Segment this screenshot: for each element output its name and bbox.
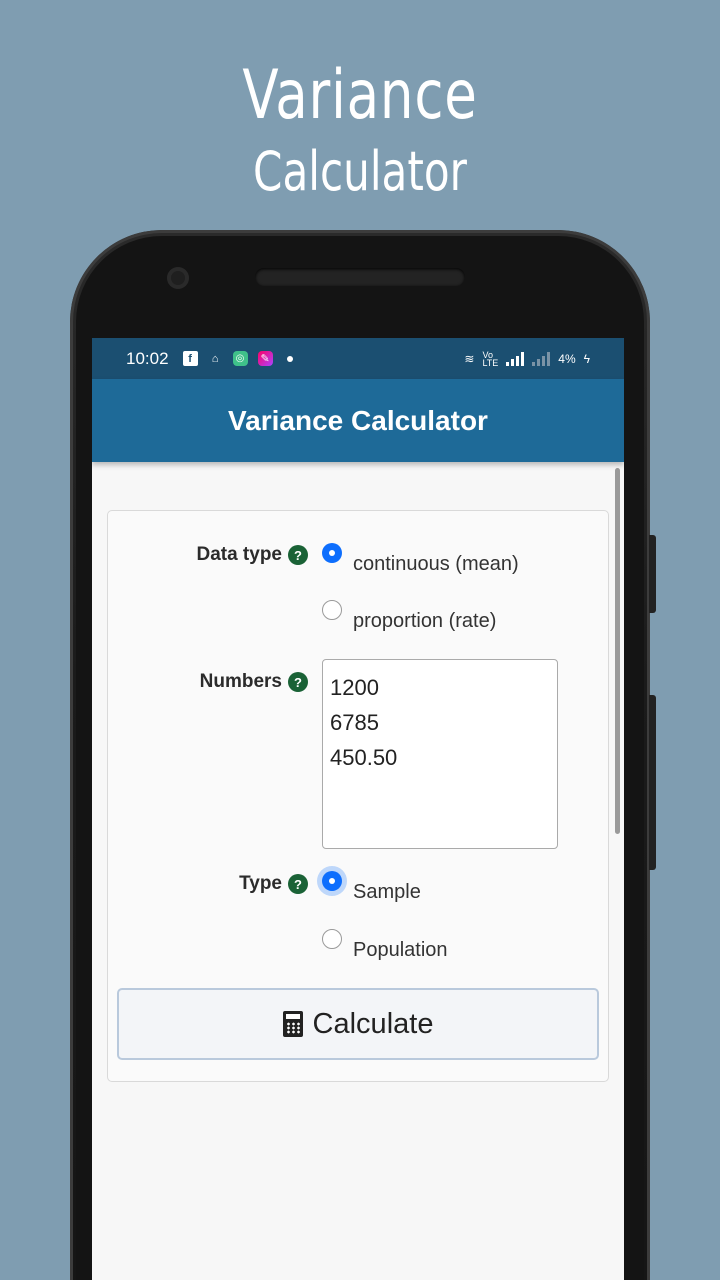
app-notification-icon-2: ✎ <box>257 351 273 366</box>
battery-level: 4% <box>558 351 576 366</box>
scrollbar[interactable] <box>615 468 620 834</box>
help-icon[interactable]: ? <box>288 672 308 692</box>
speaker-grille <box>255 268 465 286</box>
calculator-form: Data type ? continuous (mean) proportion… <box>107 510 609 1082</box>
radio-label: Sample <box>353 881 421 903</box>
status-bar: 10:02 f ⌂ ◎ ✎ ≋ Vo LTE 4% ϟ <box>92 338 624 379</box>
help-icon[interactable]: ? <box>288 874 308 894</box>
calculator-icon <box>282 1011 303 1037</box>
radio-label: continuous (mean) <box>353 553 519 575</box>
numbers-label: Numbers ? <box>200 671 308 693</box>
radio-label: proportion (rate) <box>353 610 497 632</box>
app-bar: Variance Calculator <box>92 379 624 462</box>
radio-button[interactable] <box>322 929 342 949</box>
calculate-button[interactable]: Calculate <box>117 988 599 1060</box>
power-button <box>649 535 656 613</box>
radio-sample[interactable]: Sample <box>322 871 421 904</box>
numbers-line: 1200 <box>330 675 379 700</box>
calculate-label: Calculate <box>312 1007 434 1040</box>
numbers-textarea[interactable]: 1200 6785 450.50 <box>322 659 558 849</box>
wifi-icon: ≋ <box>464 351 475 366</box>
app-title: Variance Calculator <box>228 404 488 436</box>
data-type-label: Data type ? <box>196 544 308 566</box>
radio-continuous-mean[interactable]: continuous (mean) <box>322 543 519 576</box>
camera-icon <box>167 267 189 289</box>
help-icon[interactable]: ? <box>288 545 308 565</box>
phone-screen: 10:02 f ⌂ ◎ ✎ ≋ Vo LTE 4% ϟ Variance Calc… <box>92 338 624 1280</box>
radio-label: Population <box>353 939 448 961</box>
numbers-line: 6785 <box>330 710 379 735</box>
type-label: Type ? <box>239 873 308 895</box>
radio-button[interactable] <box>322 543 342 563</box>
radio-population[interactable]: Population <box>322 929 448 962</box>
radio-button[interactable] <box>322 871 342 891</box>
volte-icon: Vo LTE <box>482 349 499 368</box>
home-icon: ⌂ <box>211 352 219 365</box>
charging-icon: ϟ <box>583 351 590 366</box>
promo-title-line1: Variance <box>242 56 478 135</box>
volume-button <box>649 695 656 870</box>
app-notification-icon: ◎ <box>232 351 248 366</box>
signal-icon-2 <box>532 351 551 366</box>
radio-button[interactable] <box>322 600 342 620</box>
promo-title-line2: Calculator <box>253 140 467 203</box>
numbers-line: 450.50 <box>330 745 398 770</box>
radio-proportion-rate[interactable]: proportion (rate) <box>322 600 497 633</box>
facebook-icon: f <box>182 351 198 366</box>
more-notifications-icon <box>286 355 293 362</box>
signal-icon <box>506 351 525 366</box>
status-time: 10:02 <box>126 348 169 368</box>
